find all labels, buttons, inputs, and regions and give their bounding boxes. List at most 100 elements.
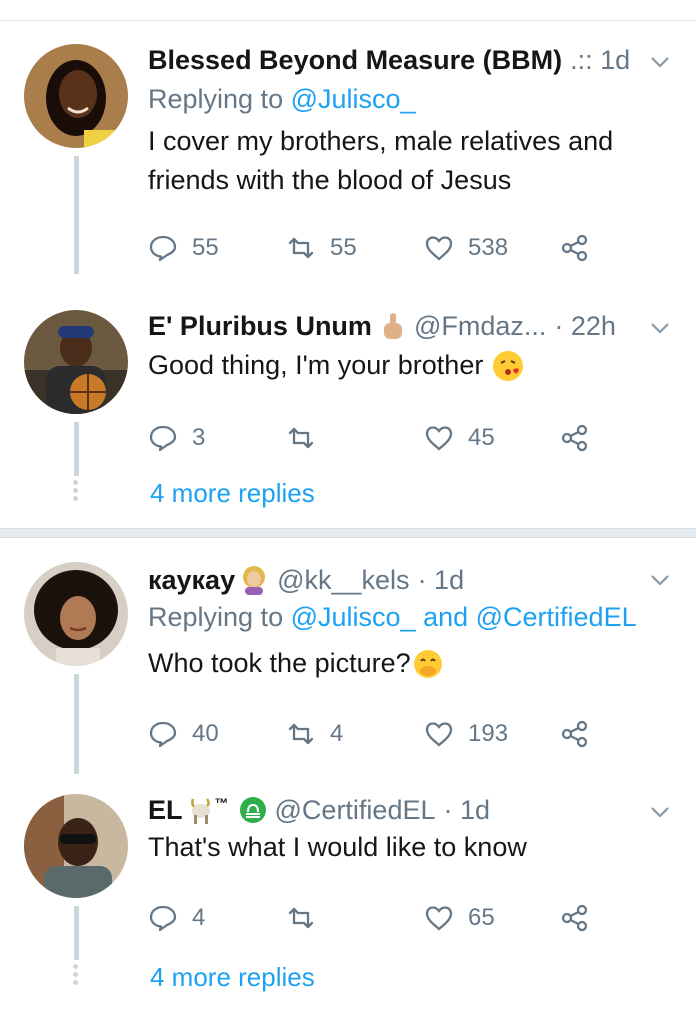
thread-connector bbox=[74, 156, 79, 274]
share-icon bbox=[561, 424, 588, 452]
like-button[interactable]: 538 bbox=[424, 228, 508, 268]
retweet-button[interactable]: 4 bbox=[286, 714, 343, 754]
display-name[interactable]: кaукay bbox=[148, 565, 235, 596]
reply-count: 55 bbox=[192, 234, 219, 261]
like-count: 193 bbox=[468, 720, 509, 747]
reply-button[interactable]: 55 bbox=[148, 228, 219, 268]
reply-prefix: Replying to bbox=[148, 84, 291, 114]
tweet-text: That's what I would like to know bbox=[148, 832, 527, 862]
heart-icon bbox=[425, 236, 453, 261]
like-count: 538 bbox=[468, 234, 509, 261]
retweet-icon bbox=[288, 723, 314, 745]
chevron-down-icon[interactable] bbox=[648, 316, 672, 340]
tweet-epluribus[interactable]: E' Pluribus Unum @Fmdaz... · 22h Good th… bbox=[0, 306, 696, 476]
avatar[interactable] bbox=[24, 310, 128, 414]
chevron-down-icon[interactable] bbox=[648, 800, 672, 824]
reply-icon bbox=[149, 905, 177, 932]
replying-to: Replying to @Julisco_ and @CertifiedEL bbox=[148, 602, 637, 633]
timestamp[interactable]: .:: 1d bbox=[570, 45, 630, 76]
trademark-symbol: ™ bbox=[214, 795, 229, 811]
retweet-button[interactable]: 55 bbox=[286, 228, 357, 268]
share-button[interactable] bbox=[560, 898, 604, 938]
chevron-down-icon[interactable] bbox=[648, 50, 672, 74]
tweet-kaykay[interactable]: кaукay @kk__kels · 1d Replying to @Julis… bbox=[0, 562, 696, 774]
avatar[interactable] bbox=[24, 562, 128, 666]
reply-icon bbox=[149, 721, 177, 748]
display-name[interactable]: EL bbox=[148, 795, 183, 826]
tweet-text-row: Good thing, I'm your brother bbox=[148, 346, 668, 385]
heart-icon bbox=[425, 426, 453, 451]
pointing-finger-emoji-icon bbox=[380, 311, 406, 341]
retweet-button[interactable] bbox=[286, 898, 330, 938]
tweet-header: кaукay @kk__kels · 1d bbox=[148, 562, 464, 598]
more-replies-link[interactable]: 4 more replies bbox=[150, 478, 315, 509]
tweet-header: Blessed Beyond Measure (BBM) .:: 1d bbox=[148, 42, 630, 78]
share-button[interactable] bbox=[560, 228, 604, 268]
reply-and: and bbox=[415, 602, 476, 632]
tweet-header: EL ™ @CertifiedEL · 1d bbox=[148, 792, 490, 828]
tweet-text: Good thing, I'm your brother bbox=[148, 350, 484, 380]
retweet-count: 4 bbox=[330, 720, 344, 747]
display-name[interactable]: E' Pluribus Unum bbox=[148, 311, 372, 342]
avatar[interactable] bbox=[24, 44, 128, 148]
reply-button[interactable]: 3 bbox=[148, 418, 205, 458]
avatar[interactable] bbox=[24, 794, 128, 898]
thread-connector bbox=[74, 906, 79, 960]
thread-separator bbox=[0, 528, 696, 538]
timestamp[interactable]: · 1d bbox=[444, 795, 491, 826]
libra-emoji-icon bbox=[239, 796, 267, 824]
reply-handle-link[interactable]: @Julisco_ bbox=[291, 84, 416, 114]
tweet-actions: 3 45 bbox=[148, 418, 608, 458]
share-icon bbox=[561, 234, 588, 262]
like-count: 45 bbox=[468, 424, 495, 451]
like-button[interactable]: 193 bbox=[424, 714, 508, 754]
reply-button[interactable]: 4 bbox=[148, 898, 205, 938]
reply-button[interactable]: 40 bbox=[148, 714, 219, 754]
reply-icon bbox=[149, 235, 177, 262]
handle[interactable]: @Fmdaz... bbox=[414, 311, 546, 342]
tweet-text: Who took the picture? bbox=[148, 648, 411, 678]
share-button[interactable] bbox=[560, 418, 604, 458]
share-icon bbox=[561, 904, 588, 932]
share-icon bbox=[561, 720, 588, 748]
goat-emoji-icon bbox=[187, 795, 215, 825]
handle[interactable]: @kk__kels bbox=[277, 565, 409, 596]
reply-count: 3 bbox=[192, 424, 206, 451]
tweet-bbm[interactable]: Blessed Beyond Measure (BBM) .:: 1d Repl… bbox=[0, 44, 696, 274]
reply-handle-link[interactable]: @CertifiedEL bbox=[476, 602, 637, 632]
reply-prefix: Replying to bbox=[148, 602, 291, 632]
retweet-icon bbox=[288, 427, 314, 449]
reply-handle-link[interactable]: @Julisco_ bbox=[291, 602, 416, 632]
thread-connector bbox=[74, 422, 79, 476]
tweet-actions: 40 4 193 bbox=[148, 714, 608, 754]
more-replies-link[interactable]: 4 more replies bbox=[150, 962, 315, 993]
heart-icon bbox=[425, 722, 453, 747]
tweet-actions: 4 65 bbox=[148, 898, 608, 938]
kissing-face-emoji-icon bbox=[493, 350, 524, 381]
like-button[interactable]: 65 bbox=[424, 898, 495, 938]
retweet-button[interactable] bbox=[286, 418, 330, 458]
heart-icon bbox=[425, 906, 453, 931]
retweet-count: 55 bbox=[330, 234, 357, 261]
chevron-down-icon[interactable] bbox=[648, 568, 672, 592]
handle[interactable]: @CertifiedEL bbox=[275, 795, 436, 826]
thread-dots bbox=[72, 480, 80, 504]
tweet-actions: 55 55 538 bbox=[148, 228, 608, 268]
timestamp[interactable]: · 22h bbox=[554, 311, 616, 342]
like-count: 65 bbox=[468, 904, 495, 931]
reply-count: 4 bbox=[192, 904, 206, 931]
retweet-icon bbox=[288, 237, 314, 259]
display-name[interactable]: Blessed Beyond Measure (BBM) bbox=[148, 45, 562, 76]
tweet-text: I cover my brothers, male relatives and … bbox=[148, 126, 614, 195]
reply-icon bbox=[149, 425, 177, 452]
tweet-certifiedel[interactable]: EL ™ @CertifiedEL · 1d That's what I wou… bbox=[0, 790, 696, 960]
hand-over-mouth-emoji-icon bbox=[413, 649, 443, 679]
retweet-icon bbox=[288, 907, 314, 929]
top-divider bbox=[0, 20, 696, 21]
tweet-text-row: Who took the picture? bbox=[148, 644, 668, 683]
tweet-header: E' Pluribus Unum @Fmdaz... · 22h bbox=[148, 308, 616, 344]
share-button[interactable] bbox=[560, 714, 604, 754]
timestamp[interactable]: · 1d bbox=[418, 565, 465, 596]
like-button[interactable]: 45 bbox=[424, 418, 495, 458]
thread-dots bbox=[72, 964, 80, 988]
